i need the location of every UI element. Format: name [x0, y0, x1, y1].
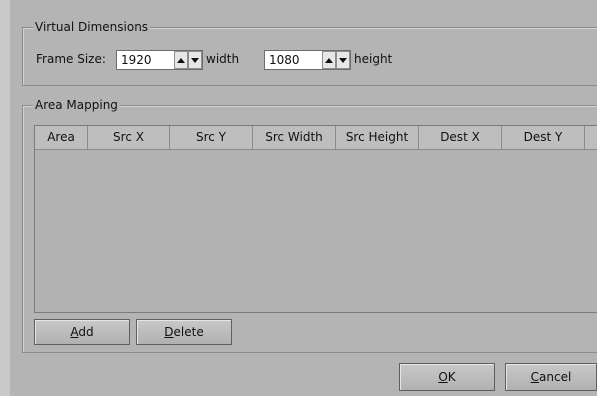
column-header-src-height[interactable]: Src Height: [336, 126, 419, 149]
add-button-label: Add: [70, 325, 94, 339]
delete-button-label: Delete: [164, 325, 204, 339]
virtual-dimensions-title: Virtual Dimensions: [33, 20, 151, 34]
frame-width-spinbox[interactable]: 1920: [116, 50, 203, 70]
ok-button[interactable]: OK: [399, 363, 495, 391]
arrow-up-icon: [325, 57, 333, 63]
cancel-button-label: Cancel: [530, 370, 572, 384]
ok-button-label: OK: [438, 370, 456, 384]
table-body[interactable]: [35, 150, 597, 312]
frame-width-increment-button[interactable]: [174, 51, 188, 69]
cancel-button[interactable]: Cancel: [505, 363, 597, 391]
virtual-dimensions-dialog: Virtual Dimensions Frame Size: 1920 widt…: [10, 0, 597, 396]
frame-width-spin-arrows[interactable]: [174, 51, 202, 69]
height-label: height: [354, 52, 393, 66]
add-button[interactable]: Add: [34, 319, 130, 345]
frame-width-decrement-button[interactable]: [188, 51, 202, 69]
frame-size-label: Frame Size:: [36, 52, 106, 66]
arrow-up-icon: [177, 57, 185, 63]
frame-height-decrement-button[interactable]: [336, 51, 350, 69]
column-header-src-y[interactable]: Src Y: [170, 126, 253, 149]
arrow-down-icon: [339, 57, 347, 63]
frame-height-increment-button[interactable]: [322, 51, 336, 69]
area-mapping-table[interactable]: Area Src X Src Y Src Width Src Height De…: [34, 125, 597, 313]
frame-height-spin-arrows[interactable]: [322, 51, 350, 69]
column-header-dest-y[interactable]: Dest Y: [502, 126, 585, 149]
frame-height-value[interactable]: 1080: [269, 53, 300, 67]
area-mapping-title: Area Mapping: [33, 98, 120, 112]
column-header-dest-x[interactable]: Dest X: [419, 126, 502, 149]
width-label: width: [206, 52, 240, 66]
column-header-src-x[interactable]: Src X: [88, 126, 170, 149]
frame-height-spinbox[interactable]: 1080: [264, 50, 351, 70]
column-header-src-width[interactable]: Src Width: [253, 126, 336, 149]
table-header: Area Src X Src Y Src Width Src Height De…: [35, 126, 597, 150]
frame-width-value[interactable]: 1920: [121, 53, 152, 67]
delete-button[interactable]: Delete: [136, 319, 232, 345]
arrow-down-icon: [191, 57, 199, 63]
column-header-area[interactable]: Area: [35, 126, 88, 149]
